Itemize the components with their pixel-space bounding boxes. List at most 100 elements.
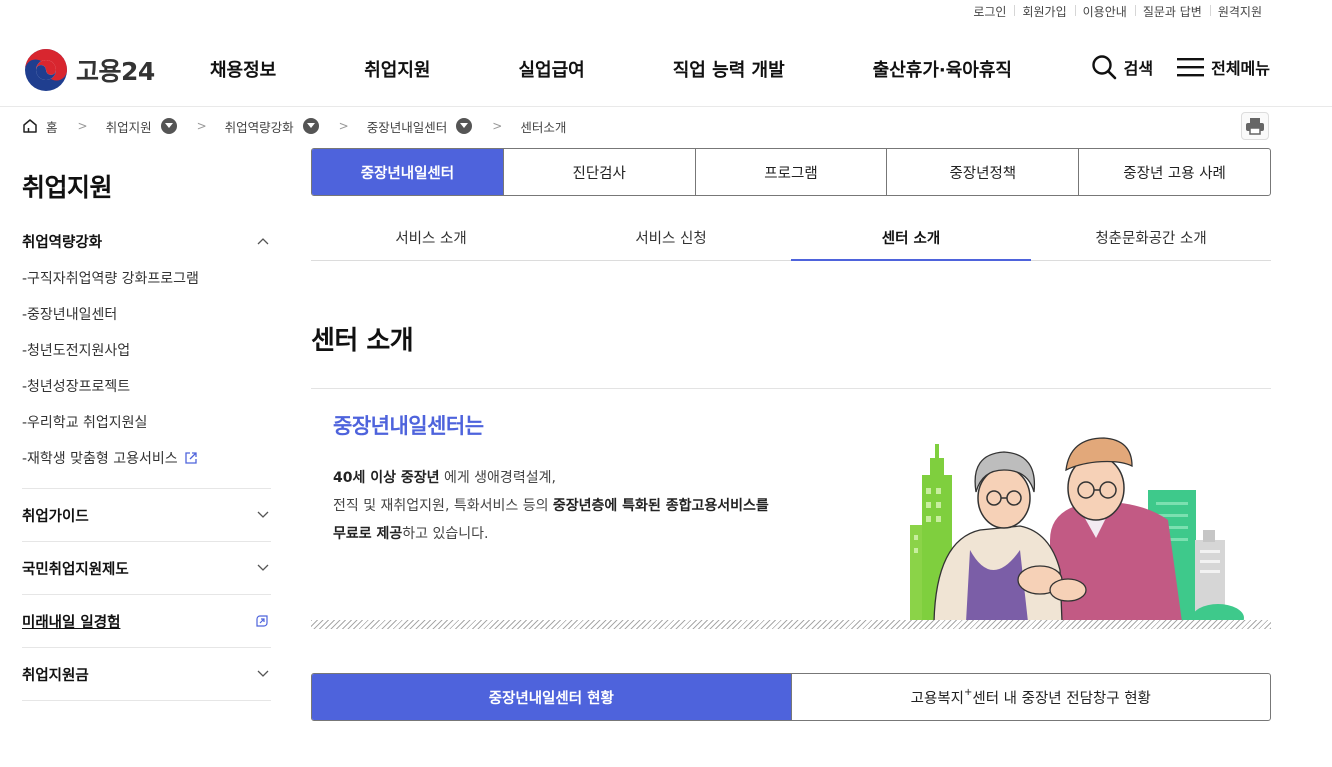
- search-button[interactable]: 검색: [1091, 54, 1153, 80]
- tab-policy[interactable]: 중장년정책: [886, 149, 1078, 195]
- breadcrumb-home[interactable]: 홈: [22, 117, 58, 136]
- chevron-up-icon: [257, 238, 269, 245]
- intro-text: 전직 및 재취업지원, 특화서비스 등의: [333, 498, 553, 514]
- qna-link[interactable]: 질문과 답변: [1134, 3, 1210, 20]
- home-icon: [23, 119, 37, 133]
- sidebar-subitem[interactable]: -우리학교 취업지원실: [22, 404, 271, 440]
- breadcrumb-separator: >: [77, 119, 88, 133]
- intro-heading: 중장년내일센터는: [333, 414, 484, 438]
- tab-center-status[interactable]: 중장년내일센터 현황: [312, 674, 791, 720]
- sidebar-group-label: 미래내일 일경험: [22, 614, 121, 631]
- site-logo[interactable]: 고용24: [24, 48, 155, 92]
- nav-skills-development[interactable]: 직업 능력 개발: [673, 56, 785, 82]
- sidebar: 취업역량강화 -구직자취업역량 강화프로그램 -중장년내일센터 -청년도전지원사…: [22, 222, 271, 701]
- signup-link[interactable]: 회원가입: [1014, 3, 1074, 20]
- tab-cases[interactable]: 중장년 고용 사례: [1078, 149, 1270, 195]
- login-link[interactable]: 로그인: [965, 3, 1014, 20]
- breadcrumb-separator: >: [338, 119, 349, 133]
- utility-bar: 로그인 회원가입 이용안내 질문과 답변 원격지원: [965, 0, 1270, 22]
- breadcrumb-item-label: 취업역량강화: [224, 119, 294, 135]
- sidebar-group-header[interactable]: 취업역량강화: [22, 222, 271, 260]
- nav-unemployment-benefit[interactable]: 실업급여: [519, 56, 585, 82]
- breadcrumb-home-label: 홈: [46, 119, 58, 135]
- tab-service-apply[interactable]: 서비스 신청: [551, 214, 791, 260]
- breadcrumb-separator: >: [196, 119, 207, 133]
- content-divider: [311, 388, 1271, 389]
- breadcrumb-item-label: 취업지원: [105, 119, 152, 135]
- nav-parental-leave[interactable]: 출산휴가·육아휴직: [873, 56, 1012, 82]
- breadcrumb-item-1[interactable]: 취업지원: [106, 117, 177, 136]
- sidebar-submenu: -구직자취업역량 강화프로그램 -중장년내일센터 -청년도전지원사업 -청년성장…: [22, 260, 271, 488]
- primary-tabs: 중장년내일센터 진단검사 프로그램 중장년정책 중장년 고용 사례: [311, 148, 1271, 196]
- status-tabs: 중장년내일센터 현황 고용복지 + 센터 내 중장년 전담창구 현황: [311, 673, 1271, 721]
- intro-emphasis: 40세 이상 중장년: [333, 470, 440, 486]
- breadcrumb: 홈 > 취업지원 > 취업역량강화 > 중장년내일센터 > 센터소개: [22, 116, 566, 136]
- external-link-icon: [184, 452, 197, 464]
- sidebar-group-header[interactable]: 취업가이드: [22, 489, 271, 541]
- tab-center-intro[interactable]: 센터 소개: [791, 214, 1031, 261]
- all-menu-button[interactable]: 전체메뉴: [1177, 55, 1270, 79]
- sidebar-subitem-external[interactable]: -재학생 맞춤형 고용서비스: [22, 440, 271, 476]
- senior-couple-illustration: [910, 437, 1244, 622]
- search-icon: [1091, 55, 1116, 80]
- hamburger-icon: [1177, 58, 1205, 77]
- nav-jobs[interactable]: 채용정보: [210, 56, 276, 82]
- chevron-down-icon: [257, 670, 269, 677]
- main-nav: 채용정보 취업지원 실업급여 직업 능력 개발 출산휴가·육아휴직: [210, 56, 1012, 82]
- sidebar-subitem[interactable]: -청년성장프로젝트: [22, 368, 271, 404]
- logo-text: 고용24: [76, 57, 155, 86]
- intro-text: 에게 생애경력설계,: [439, 470, 556, 486]
- remote-support-link[interactable]: 원격지원: [1209, 3, 1270, 20]
- sidebar-group-work-experience: 미래내일 일경험: [22, 595, 271, 648]
- chevron-down-icon[interactable]: [160, 118, 177, 134]
- chevron-down-icon[interactable]: [456, 118, 473, 134]
- sidebar-subitem[interactable]: -구직자취업역량 강화프로그램: [22, 260, 271, 296]
- chevron-down-icon[interactable]: [302, 118, 319, 134]
- tab-diagnosis[interactable]: 진단검사: [502, 149, 695, 195]
- header-actions: 검색 전체메뉴: [1091, 54, 1270, 80]
- tab-welfare-center-status[interactable]: 고용복지 + 센터 내 중장년 전담창구 현황: [790, 674, 1271, 720]
- sidebar-group-label: 취업역량강화: [22, 234, 103, 251]
- sidebar-subitem[interactable]: -청년도전지원사업: [22, 332, 271, 368]
- sidebar-subitem-label: -재학생 맞춤형 고용서비스: [22, 451, 178, 467]
- sidebar-group-header[interactable]: 국민취업지원제도: [22, 542, 271, 594]
- chevron-down-icon: [257, 511, 269, 518]
- hatched-divider: [311, 620, 1271, 629]
- breadcrumb-current: 센터소개: [520, 119, 567, 135]
- tab-label: 고용복지: [910, 690, 964, 707]
- intro-text: 하고 있습니다.: [402, 526, 489, 542]
- breadcrumb-item-3[interactable]: 중장년내일센터: [367, 117, 473, 136]
- sidebar-group-header[interactable]: 취업지원금: [22, 648, 271, 700]
- intro-paragraph: 40세 이상 중장년 에게 생애경력설계, 전직 및 재취업지원, 특화서비스 …: [333, 464, 853, 548]
- tab-service-intro[interactable]: 서비스 소개: [311, 214, 551, 260]
- search-label: 검색: [1123, 59, 1154, 78]
- tab-culture-space[interactable]: 청춘문화공간 소개: [1031, 214, 1271, 260]
- sidebar-group-header[interactable]: 미래내일 일경험: [22, 595, 271, 647]
- sidebar-title: 취업지원: [22, 173, 113, 202]
- intro-emphasis: 무료로 제공: [333, 526, 403, 542]
- header: 고용24 채용정보 취업지원 실업급여 직업 능력 개발 출산휴가·육아휴직 검…: [0, 40, 1332, 96]
- tab-label-sup: +: [963, 686, 973, 698]
- taegeuk-logo-icon: [25, 49, 67, 91]
- guide-link[interactable]: 이용안내: [1074, 3, 1135, 20]
- new-window-icon: [256, 615, 268, 627]
- breadcrumb-item-2[interactable]: 취업역량강화: [225, 117, 319, 136]
- chevron-down-icon: [257, 564, 269, 571]
- breadcrumb-item-label: 중장년내일센터: [366, 119, 448, 135]
- sidebar-subitem[interactable]: -중장년내일센터: [22, 296, 271, 332]
- nav-employment-support[interactable]: 취업지원: [364, 56, 430, 82]
- sidebar-group-label: 취업가이드: [22, 508, 89, 525]
- sidebar-group-national-support: 국민취업지원제도: [22, 542, 271, 595]
- print-button[interactable]: [1241, 112, 1269, 140]
- secondary-tabs: 서비스 소개 서비스 신청 센터 소개 청춘문화공간 소개: [311, 214, 1271, 261]
- sidebar-group-label: 취업지원금: [22, 667, 89, 684]
- all-menu-label: 전체메뉴: [1211, 59, 1270, 78]
- tab-center[interactable]: 중장년내일센터: [312, 149, 503, 195]
- sidebar-group-guide: 취업가이드: [22, 489, 271, 542]
- tab-program[interactable]: 프로그램: [694, 149, 887, 195]
- tab-label: 센터 내 중장년 전담창구 현황: [972, 690, 1151, 707]
- page-title: 센터 소개: [311, 326, 414, 356]
- breadcrumb-separator: >: [492, 119, 503, 133]
- print-icon: [1246, 118, 1264, 135]
- sidebar-group-label: 국민취업지원제도: [22, 561, 129, 578]
